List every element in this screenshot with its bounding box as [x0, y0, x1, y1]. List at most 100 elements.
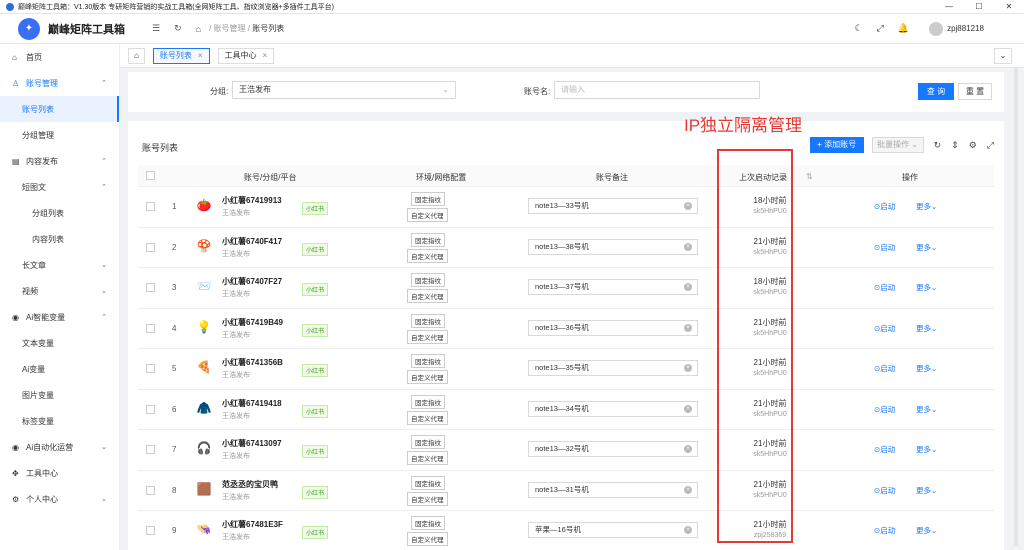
close-window-button[interactable]: ✕: [994, 2, 1024, 11]
custom-proxy-button[interactable]: 自定义代理: [407, 248, 448, 263]
close-icon[interactable]: ×: [263, 51, 268, 60]
custom-proxy-button[interactable]: 自定义代理: [407, 491, 448, 506]
row-checkbox[interactable]: [146, 485, 155, 495]
custom-proxy-button[interactable]: 自定义代理: [407, 410, 448, 425]
clear-icon[interactable]: ×: [684, 202, 692, 210]
group-select[interactable]: 王浩发布 ⌄: [232, 81, 456, 99]
tab-tool-center[interactable]: 工具中心 ×: [217, 47, 275, 64]
fixed-fingerprint-button[interactable]: 固定指纹: [411, 354, 445, 368]
row-checkbox[interactable]: [146, 404, 155, 414]
custom-proxy-button[interactable]: 自定义代理: [407, 289, 448, 303]
more-dropdown[interactable]: 更多⌄: [916, 444, 937, 455]
start-button[interactable]: ⊙启动: [874, 323, 895, 334]
sidebar-item-17[interactable]: ⚙ 个人中心 ⌄: [0, 486, 119, 512]
sidebar-item-12[interactable]: Ai变量: [0, 356, 119, 382]
more-dropdown[interactable]: 更多⌄: [916, 485, 937, 496]
fullscreen-icon[interactable]: ⤢: [877, 23, 884, 34]
clear-icon[interactable]: ×: [684, 242, 692, 251]
row-checkbox[interactable]: [146, 364, 155, 373]
start-button[interactable]: ⊙启动: [874, 201, 895, 212]
maximize-button[interactable]: ☐: [964, 2, 994, 11]
more-dropdown[interactable]: 更多⌄: [916, 242, 937, 253]
search-button[interactable]: 查 询: [918, 83, 954, 100]
start-button[interactable]: ⊙启动: [874, 282, 895, 293]
fullscreen-icon[interactable]: ⤢: [987, 140, 994, 151]
batch-operation-button[interactable]: 批量操作 ⌄: [871, 137, 924, 153]
row-checkbox[interactable]: [146, 323, 155, 333]
start-button[interactable]: ⊙启动: [874, 444, 895, 455]
sidebar-item-16[interactable]: ✥ 工具中心: [0, 460, 119, 486]
dark-mode-icon[interactable]: ☾: [855, 23, 863, 34]
scrollbar[interactable]: [1014, 68, 1018, 546]
account-note-input[interactable]: note13—31号机 ×: [528, 481, 698, 498]
clear-icon[interactable]: ×: [684, 323, 692, 332]
start-button[interactable]: ⊙启动: [874, 242, 895, 253]
more-dropdown[interactable]: 更多⌄: [916, 404, 937, 415]
fixed-fingerprint-button[interactable]: 固定指纹: [411, 435, 445, 449]
settings-icon[interactable]: ⚙: [969, 140, 977, 151]
sidebar-item-0[interactable]: ⌂ 首页: [0, 44, 119, 70]
home-icon[interactable]: ⌂: [196, 24, 201, 34]
minimize-button[interactable]: —: [934, 2, 964, 11]
breadcrumb-item-account-management[interactable]: 账号管理: [214, 24, 246, 33]
refresh-icon[interactable]: ↻: [934, 140, 942, 151]
sidebar-item-2[interactable]: 账号列表: [0, 96, 119, 122]
sidebar-item-1[interactable]: ♙ 账号管理 ⌃: [0, 70, 119, 96]
sidebar-item-8[interactable]: 长文章 ⌄: [0, 252, 119, 278]
custom-proxy-button[interactable]: 自定义代理: [407, 532, 448, 546]
close-icon[interactable]: ×: [198, 51, 203, 60]
fixed-fingerprint-button[interactable]: 固定指纹: [411, 232, 445, 247]
sidebar-item-14[interactable]: 标签变量: [0, 408, 119, 434]
clear-icon[interactable]: ×: [684, 283, 692, 291]
username[interactable]: zpj881218: [947, 24, 984, 33]
start-button[interactable]: ⊙启动: [874, 404, 895, 415]
fixed-fingerprint-button[interactable]: 固定指纹: [411, 192, 445, 206]
notification-bell-icon[interactable]: 🔔: [898, 23, 909, 34]
sidebar-item-7[interactable]: 内容列表: [0, 226, 119, 252]
account-note-input[interactable]: note13—33号机 ×: [528, 198, 698, 214]
sidebar-item-10[interactable]: ◉ Ai智能变量 ⌃: [0, 304, 119, 330]
reset-button[interactable]: 重 置: [958, 83, 992, 100]
fixed-fingerprint-button[interactable]: 固定指纹: [411, 475, 445, 490]
fixed-fingerprint-button[interactable]: 固定指纹: [411, 516, 445, 530]
account-note-input[interactable]: note13—34号机 ×: [528, 400, 698, 417]
more-dropdown[interactable]: 更多⌄: [916, 363, 937, 374]
account-note-input[interactable]: note13—38号机 ×: [528, 238, 698, 255]
sort-icon[interactable]: ⇅: [806, 172, 813, 181]
more-dropdown[interactable]: 更多⌄: [916, 525, 937, 536]
clear-icon[interactable]: ×: [684, 445, 692, 453]
sidebar-item-5[interactable]: 短图文 ⌃: [0, 174, 119, 200]
column-height-icon[interactable]: ⇕: [951, 140, 959, 151]
more-dropdown[interactable]: 更多⌄: [916, 282, 937, 293]
fixed-fingerprint-button[interactable]: 固定指纹: [411, 273, 445, 287]
fixed-fingerprint-button[interactable]: 固定指纹: [411, 394, 445, 409]
more-dropdown[interactable]: 更多⌄: [916, 323, 937, 334]
clear-icon[interactable]: ×: [684, 404, 692, 413]
tab-home[interactable]: ⌂: [128, 47, 145, 64]
start-button[interactable]: ⊙启动: [874, 363, 895, 374]
row-checkbox[interactable]: [146, 242, 155, 252]
row-checkbox[interactable]: [146, 283, 155, 292]
account-note-input[interactable]: note13—36号机 ×: [528, 319, 698, 336]
custom-proxy-button[interactable]: 自定义代理: [407, 208, 448, 222]
clear-icon[interactable]: ×: [684, 485, 692, 494]
row-checkbox[interactable]: [146, 202, 155, 211]
refresh-icon[interactable]: ↻: [174, 23, 182, 34]
start-button[interactable]: ⊙启动: [874, 485, 895, 496]
custom-proxy-button[interactable]: 自定义代理: [407, 329, 448, 344]
row-checkbox[interactable]: [146, 526, 155, 535]
account-note-input[interactable]: note13—37号机 ×: [528, 279, 698, 295]
sidebar-item-4[interactable]: ▤ 内容发布 ⌃: [0, 148, 119, 174]
tabs-dropdown-button[interactable]: ⌄: [994, 47, 1012, 64]
clear-icon[interactable]: ×: [684, 364, 692, 372]
menu-collapse-icon[interactable]: ☰: [152, 23, 160, 34]
start-button[interactable]: ⊙启动: [874, 525, 895, 536]
account-note-input[interactable]: note13—35号机 ×: [528, 360, 698, 376]
fixed-fingerprint-button[interactable]: 固定指纹: [411, 313, 445, 328]
row-checkbox[interactable]: [146, 445, 155, 454]
more-dropdown[interactable]: 更多⌄: [916, 201, 937, 212]
account-note-input[interactable]: 苹果—16号机 ×: [528, 522, 698, 538]
account-note-input[interactable]: note13—32号机 ×: [528, 441, 698, 457]
sidebar-item-15[interactable]: ◉ Ai自动化运营 ⌄: [0, 434, 119, 460]
sidebar-item-9[interactable]: 视频 ⌄: [0, 278, 119, 304]
